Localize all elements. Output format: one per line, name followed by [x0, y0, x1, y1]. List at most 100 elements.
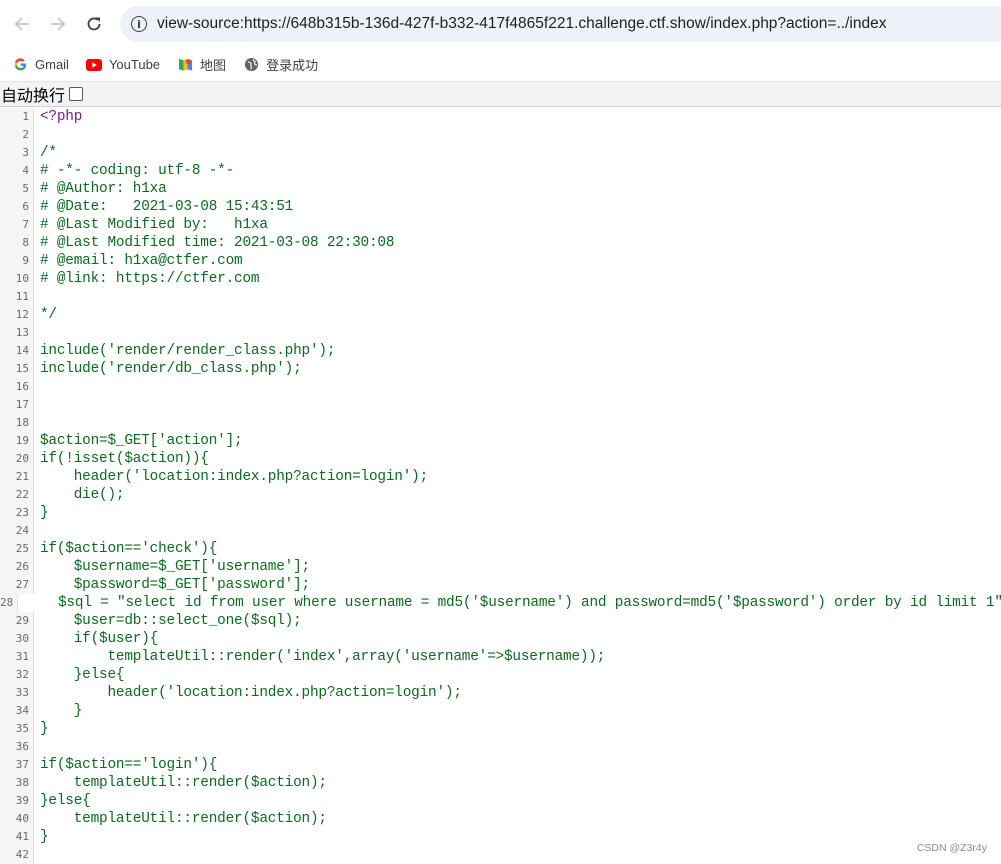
source-line: 11: [0, 288, 1001, 306]
line-number: 38: [0, 774, 34, 792]
source-line: 39}else{: [0, 792, 1001, 810]
source-line: 12 */: [0, 306, 1001, 324]
source-line: 31 templateUtil::render('index',array('u…: [0, 648, 1001, 666]
browser-toolbar: i view-source:https://648b315b-136d-427f…: [0, 0, 1001, 48]
line-number: 7: [0, 216, 34, 234]
line-number: 25: [0, 540, 34, 558]
source-line: 18: [0, 414, 1001, 432]
address-bar[interactable]: i view-source:https://648b315b-136d-427f…: [120, 6, 1001, 42]
line-content: templateUtil::render($action);: [40, 811, 327, 827]
source-line: 24: [0, 522, 1001, 540]
source-line: 17: [0, 396, 1001, 414]
line-content: if(!isset($action)){: [40, 451, 209, 467]
line-number: 33: [0, 684, 34, 702]
line-content: /*: [40, 145, 57, 161]
line-number: 31: [0, 648, 34, 666]
line-content: # @Date: 2021-03-08 15:43:51: [40, 199, 294, 215]
line-content: <?php: [40, 109, 83, 125]
back-button[interactable]: [4, 6, 40, 42]
source-line: 27 $password=$_GET['password'];: [0, 576, 1001, 594]
line-content: [34, 738, 40, 756]
line-content: include('render/render_class.php');: [40, 343, 336, 359]
line-number: 6: [0, 198, 34, 216]
bookmark-login-success[interactable]: 登录成功: [243, 55, 318, 74]
source-line: 7 # @Last Modified by: h1xa: [0, 216, 1001, 234]
line-content: }: [40, 829, 49, 845]
site-info-icon[interactable]: i: [131, 16, 147, 32]
line-number: 14: [0, 342, 34, 360]
line-content: if($action=='check'){: [40, 541, 218, 557]
bookmark-label: 地图: [200, 58, 227, 73]
reload-button[interactable]: [76, 6, 112, 42]
line-number: 20: [0, 450, 34, 468]
source-line: 41}: [0, 828, 1001, 846]
line-number: 23: [0, 504, 34, 522]
line-number: 36: [0, 738, 34, 756]
line-number: 3: [0, 144, 34, 162]
bookmarks-bar: Gmail YouTube 地图 登录成功: [0, 48, 1001, 82]
line-wrap-label: 自动换行: [1, 86, 66, 105]
line-number: 24: [0, 522, 34, 540]
line-number: 13: [0, 324, 34, 342]
line-number: 34: [0, 702, 34, 720]
line-number: 32: [0, 666, 34, 684]
line-number: 42: [0, 846, 34, 864]
source-line: 16: [0, 378, 1001, 396]
line-number: 19: [0, 432, 34, 450]
source-line: 10 # @link: https://ctfer.com: [0, 270, 1001, 288]
line-content: templateUtil::render($action);: [40, 775, 327, 791]
line-content: die();: [40, 487, 125, 503]
source-line: 4 # -*- coding: utf-8 -*-: [0, 162, 1001, 180]
line-number: 26: [0, 558, 34, 576]
url-text[interactable]: view-source:https://648b315b-136d-427f-b…: [157, 15, 886, 33]
line-number: 35: [0, 720, 34, 738]
line-number: 41: [0, 828, 34, 846]
line-number: 15: [0, 360, 34, 378]
bookmark-label: 登录成功: [266, 58, 319, 73]
bookmark-youtube[interactable]: YouTube: [85, 57, 161, 73]
line-content: [34, 126, 40, 144]
source-line: 25 if($action=='check'){: [0, 540, 1001, 558]
line-wrap-bar: 自动换行: [0, 82, 1001, 107]
source-line: 9 # @email: h1xa@ctfer.com: [0, 252, 1001, 270]
source-line: 13: [0, 324, 1001, 342]
source-line: 28 $sql = "select id from user where use…: [0, 594, 1001, 612]
line-content: # -*- coding: utf-8 -*-: [40, 163, 235, 179]
source-line: 29 $user=db::select_one($sql);: [0, 612, 1001, 630]
line-number: 17: [0, 396, 34, 414]
line-number: 22: [0, 486, 34, 504]
line-content: header('location:index.php?action=login'…: [40, 469, 429, 485]
line-number: 12: [0, 306, 34, 324]
line-content: if($user){: [40, 631, 159, 647]
line-number: 37: [0, 756, 34, 774]
source-line: 1 <?php: [0, 108, 1001, 126]
line-content: [34, 378, 40, 396]
line-number: 39: [0, 792, 34, 810]
forward-button[interactable]: [40, 6, 76, 42]
google-icon: [12, 57, 28, 73]
line-content: # @Author: h1xa: [40, 181, 167, 197]
source-line: 21 header('location:index.php?action=log…: [0, 468, 1001, 486]
bookmark-maps[interactable]: 地图: [177, 55, 226, 74]
youtube-icon: [85, 57, 102, 73]
line-content: templateUtil::render('index',array('user…: [40, 649, 606, 665]
maps-icon: [177, 57, 193, 73]
line-content: $username=$_GET['username'];: [40, 559, 310, 575]
source-line: 5 # @Author: h1xa: [0, 180, 1001, 198]
source-line: 14 include('render/render_class.php');: [0, 342, 1001, 360]
source-line: 8 # @Last Modified time: 2021-03-08 22:30…: [0, 234, 1001, 252]
source-line: 15 include('render/db_class.php');: [0, 360, 1001, 378]
bookmark-label: YouTube: [108, 57, 161, 72]
arrow-left-icon: [14, 17, 29, 31]
line-content: [34, 414, 40, 432]
source-line: 30 if($user){: [0, 630, 1001, 648]
line-number: 4: [0, 162, 34, 180]
line-content: include('render/db_class.php');: [40, 361, 302, 377]
line-wrap-checkbox[interactable]: [69, 87, 84, 101]
watermark: CSDN @Z3r4y: [916, 842, 987, 854]
bookmark-gmail[interactable]: Gmail: [12, 57, 69, 73]
line-number: 28: [0, 594, 19, 612]
line-number: 29: [0, 612, 34, 630]
line-content: $sql = "select id from user where userna…: [24, 595, 1001, 611]
line-content: # @Last Modified time: 2021-03-08 22:30:…: [40, 235, 395, 251]
